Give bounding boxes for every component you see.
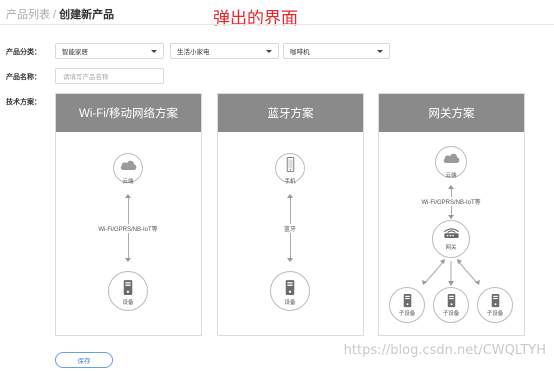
category-select-2[interactable]: 生活小家电 (170, 43, 279, 59)
subdevice-caption: 子设备 (486, 311, 504, 317)
watermark: https://blog.csdn.net/CWQLTYH (343, 343, 546, 358)
wifi-card-title: Wi-Fi/移动网络方案 (56, 94, 201, 132)
arrow-down-icon (448, 215, 454, 219)
header-divider (0, 24, 554, 25)
device-caption: 设备 (284, 300, 296, 306)
category-select-1[interactable]: 智能家居 (55, 43, 164, 59)
product-name-input[interactable]: 请填写产品名称 (55, 68, 164, 84)
category-select-3[interactable]: 咖啡机 (283, 43, 390, 59)
subdevice-node (477, 287, 513, 323)
name-label: 产品名称： (6, 74, 41, 81)
subdevice-caption: 子设备 (398, 311, 416, 317)
gateway-caption: 网关 (445, 245, 457, 251)
cloud-caption: 云端 (445, 173, 457, 179)
gateway-icon (442, 226, 461, 239)
tech-label: 技术方案： (6, 99, 41, 106)
annotation-text: 弹出的界面 (213, 9, 298, 28)
device-icon (122, 279, 134, 296)
chevron-down-icon (266, 49, 272, 53)
phone-caption: 手机 (284, 179, 296, 185)
device-caption: 设备 (122, 300, 134, 306)
save-button[interactable]: 保存 (55, 352, 113, 368)
phone-icon (285, 157, 296, 172)
category-label: 产品分类： (6, 49, 41, 56)
device-icon (490, 293, 501, 308)
wifi-link-text: Wi-Fi/GPRS/NB-IoT等 (88, 224, 168, 233)
category-select-2-value: 生活小家电 (177, 49, 210, 56)
gateway-node (432, 220, 470, 258)
page-title: 创建新产品 (59, 9, 115, 21)
cloud-icon (442, 151, 461, 164)
breadcrumb-parent[interactable]: 产品列表 (6, 9, 50, 21)
gateway-link-text: Wi-Fi/GPRS/NB-IoT等 (411, 197, 491, 206)
category-select-3-value: 咖啡机 (290, 49, 310, 56)
device-icon (402, 293, 413, 308)
device-icon (284, 279, 296, 296)
product-name-placeholder: 请填写产品名称 (63, 74, 109, 81)
subdevice-node (389, 287, 425, 323)
breadcrumb: 产品列表 / 创建新产品 (6, 6, 114, 22)
bluetooth-card-title: 蓝牙方案 (218, 94, 363, 132)
device-icon (446, 293, 457, 308)
chevron-down-icon (151, 49, 157, 53)
gateway-card-title: 网关方案 (379, 94, 524, 132)
subdevice-node (433, 287, 469, 323)
cloud-icon (119, 158, 138, 171)
bluetooth-link-text: 蓝牙 (270, 224, 310, 233)
breadcrumb-separator: / (50, 9, 60, 21)
chevron-down-icon (377, 49, 383, 53)
subdevice-caption: 子设备 (442, 311, 460, 317)
cloud-caption: 云端 (122, 179, 134, 185)
arrow-down-icon (125, 258, 131, 262)
category-select-1-value: 智能家居 (62, 49, 88, 56)
arrow-down-icon (287, 258, 293, 262)
